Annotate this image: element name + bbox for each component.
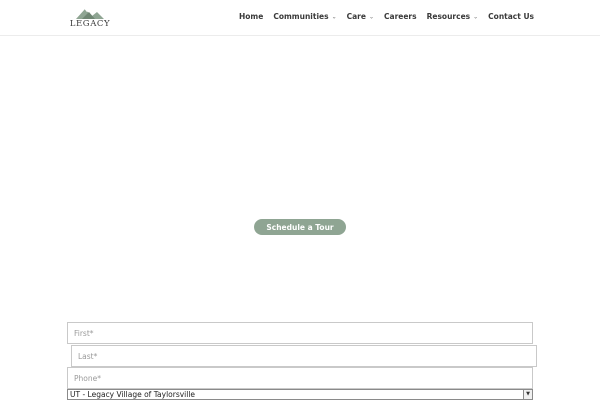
logo-wordmark: LEGACY: [69, 19, 111, 29]
nav-item-home[interactable]: Home: [239, 12, 263, 21]
schedule-tour-button[interactable]: Schedule a Tour: [254, 219, 346, 235]
mountain-logo-icon: [76, 8, 104, 19]
nav-item-communities[interactable]: Communities ⌄: [273, 12, 336, 21]
site-logo[interactable]: LEGACY: [68, 6, 112, 30]
nav-item-careers[interactable]: Careers: [384, 12, 417, 21]
last-name-input[interactable]: [71, 345, 537, 367]
chevron-down-icon: ⌄: [368, 13, 374, 21]
first-name-input[interactable]: [67, 322, 533, 344]
nav-item-label: Contact Us: [488, 12, 534, 21]
chevron-down-icon: ⌄: [331, 13, 337, 21]
nav-item-label: Home: [238, 12, 264, 21]
nav-item-label: Care: [346, 12, 366, 21]
nav-item-label: Resources: [426, 12, 471, 21]
community-select-value: UT - Legacy Village of Taylorsville: [70, 390, 196, 399]
site-header: LEGACY Home Communities ⌄ Care ⌄ Careers…: [0, 0, 600, 36]
nav-item-contact-us[interactable]: Contact Us: [488, 12, 534, 21]
community-select[interactable]: UT - Legacy Village of Taylorsville ▼: [67, 389, 533, 400]
main-nav: Home Communities ⌄ Care ⌄ Careers Resour…: [239, 12, 534, 21]
dropdown-arrow-icon: ▼: [523, 390, 532, 399]
nav-item-care[interactable]: Care ⌄: [347, 12, 374, 21]
chevron-down-icon: ⌄: [473, 13, 479, 21]
phone-input[interactable]: [67, 367, 533, 389]
nav-item-label: Communities: [273, 12, 329, 21]
nav-item-label: Careers: [384, 12, 417, 21]
nav-item-resources[interactable]: Resources ⌄: [427, 12, 479, 21]
